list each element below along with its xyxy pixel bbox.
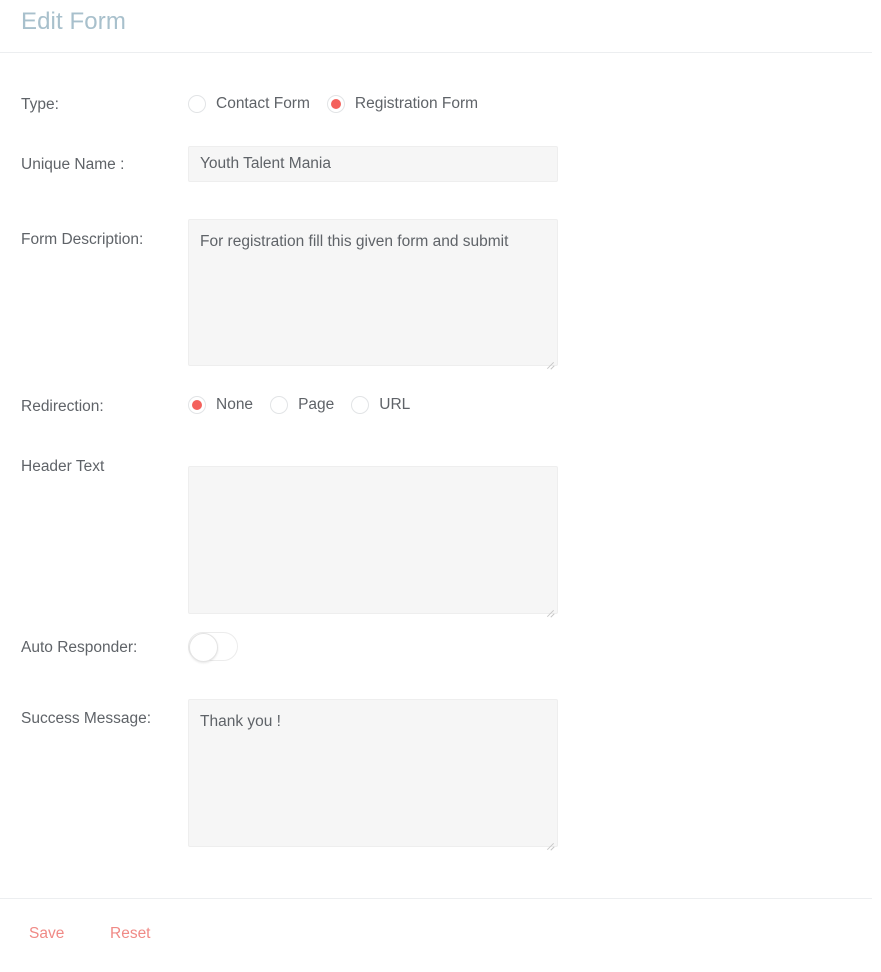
radio-checked-icon[interactable] (327, 95, 345, 113)
panel-footer: Save Reset (0, 898, 881, 972)
unique-name-input[interactable] (188, 146, 558, 182)
row-success-message: Success Message: Thank you ! (0, 709, 881, 889)
radio-unchecked-icon[interactable] (188, 95, 206, 113)
row-redirection: Redirection: None Page URL (0, 379, 881, 439)
success-message-textarea[interactable]: Thank you ! (188, 699, 558, 847)
success-message-field: Thank you ! (188, 699, 558, 852)
row-form-description: Form Description: For registration fill … (0, 189, 881, 379)
footer-divider (0, 898, 872, 899)
radio-redirect-none[interactable]: None (188, 395, 253, 415)
radio-redirect-none-label: None (216, 395, 253, 415)
radio-checked-icon[interactable] (188, 396, 206, 414)
page-title: Edit Form (21, 7, 126, 37)
redirection-label: Redirection: (21, 397, 104, 417)
radio-redirect-page-label: Page (298, 395, 334, 415)
header-text-textarea[interactable] (188, 466, 558, 614)
radio-registration-form[interactable]: Registration Form (327, 94, 478, 114)
form-description-field: For registration fill this given form an… (188, 219, 558, 371)
radio-registration-form-label: Registration Form (355, 94, 478, 114)
form-description-label: Form Description: (21, 230, 143, 250)
panel-header: Edit Form (0, 0, 881, 53)
radio-redirect-url[interactable]: URL (351, 395, 410, 415)
row-unique-name: Unique Name : (0, 113, 881, 189)
radio-unchecked-icon[interactable] (351, 396, 369, 414)
auto-responder-field (188, 632, 238, 661)
type-label: Type: (21, 95, 59, 115)
edit-form-panel: Edit Form Type: Contact Form Registratio… (0, 0, 881, 972)
header-text-field (188, 466, 558, 619)
auto-responder-toggle[interactable] (188, 632, 238, 661)
row-auto-responder: Auto Responder: (0, 629, 881, 709)
unique-name-label: Unique Name : (21, 155, 124, 175)
radio-redirect-page[interactable]: Page (270, 395, 334, 415)
header-text-label: Header Text (21, 457, 104, 477)
row-header-text: Header Text (0, 439, 881, 629)
panel-body: Type: Contact Form Registration Form Uni… (0, 53, 881, 889)
radio-redirect-url-label: URL (379, 395, 410, 415)
toggle-knob[interactable] (189, 633, 218, 662)
radio-contact-form-label: Contact Form (216, 94, 310, 114)
save-button[interactable]: Save (29, 924, 64, 944)
reset-button[interactable]: Reset (110, 924, 151, 944)
radio-contact-form[interactable]: Contact Form (188, 94, 310, 114)
auto-responder-label: Auto Responder: (21, 638, 137, 658)
radio-unchecked-icon[interactable] (270, 396, 288, 414)
type-radio-group: Contact Form Registration Form (188, 94, 478, 114)
row-type: Type: Contact Form Registration Form (0, 53, 881, 113)
unique-name-field (188, 146, 558, 182)
redirection-radio-group: None Page URL (188, 395, 410, 415)
form-description-textarea[interactable]: For registration fill this given form an… (188, 219, 558, 366)
success-message-label: Success Message: (21, 709, 151, 729)
